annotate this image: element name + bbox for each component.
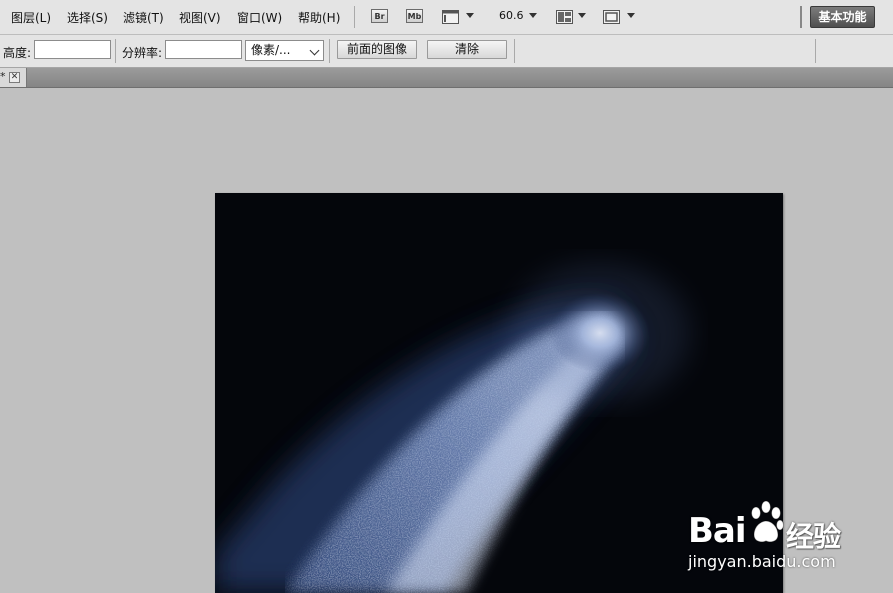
workspace-essentials-button[interactable]: 基本功能: [810, 6, 875, 28]
resolution-input[interactable]: [165, 40, 242, 59]
zoom-level[interactable]: 60.6: [499, 9, 524, 22]
bridge-icon[interactable]: Br: [371, 9, 388, 23]
screen-extras-icon[interactable]: [442, 10, 459, 24]
close-icon[interactable]: ✕: [9, 72, 20, 83]
document-tab[interactable]: * ✕: [0, 68, 27, 87]
options-divider: [815, 39, 816, 63]
options-divider: [329, 39, 330, 63]
menu-bar: 图层(L) 选择(S) 滤镜(T) 视图(V) 窗口(W) 帮助(H) Br M…: [0, 0, 893, 35]
screen-mode-icon[interactable]: [603, 10, 620, 24]
resolution-label: 分辨率:: [122, 46, 163, 60]
front-image-button[interactable]: 前面的图像: [337, 40, 417, 59]
menu-layer[interactable]: 图层(L): [11, 9, 51, 26]
options-divider: [115, 39, 116, 63]
baidu-jingyan-watermark: Bai 经验 jingyan.baidu.com: [688, 497, 888, 581]
workspace-divider: [800, 6, 802, 28]
watermark-url: jingyan.baidu.com: [688, 552, 836, 571]
options-bar: 高度: 分辨率: 像素/... 前面的图像 清除: [0, 35, 893, 68]
menu-filter[interactable]: 滤镜(T): [123, 9, 164, 26]
screen-mode-dropdown-icon[interactable]: [627, 13, 635, 18]
options-divider: [514, 39, 515, 63]
resolution-unit-select[interactable]: 像素/...: [245, 40, 324, 61]
document-tab-bar: * ✕: [0, 68, 893, 88]
watermark-logo-text: Bai: [688, 511, 747, 551]
extras-dropdown-icon[interactable]: [466, 13, 474, 18]
unsaved-marker: *: [0, 70, 6, 83]
chevron-down-icon: [309, 45, 320, 56]
height-label: 高度:: [3, 46, 32, 60]
menu-select[interactable]: 选择(S): [67, 9, 108, 26]
menu-divider: [354, 6, 355, 28]
arrange-dropdown-icon[interactable]: [578, 13, 586, 18]
menu-window[interactable]: 窗口(W): [237, 9, 282, 26]
height-input[interactable]: [34, 40, 111, 59]
paw-icon: [748, 499, 784, 547]
watermark-logo-suffix: 经验: [786, 520, 841, 553]
clear-button[interactable]: 清除: [427, 40, 507, 59]
mini-bridge-icon[interactable]: Mb: [406, 9, 423, 23]
zoom-dropdown-icon[interactable]: [529, 13, 537, 18]
resolution-unit-value: 像素/...: [251, 43, 291, 57]
arrange-documents-icon[interactable]: [556, 10, 573, 24]
menu-view[interactable]: 视图(V): [179, 9, 221, 26]
menu-help[interactable]: 帮助(H): [298, 9, 340, 26]
